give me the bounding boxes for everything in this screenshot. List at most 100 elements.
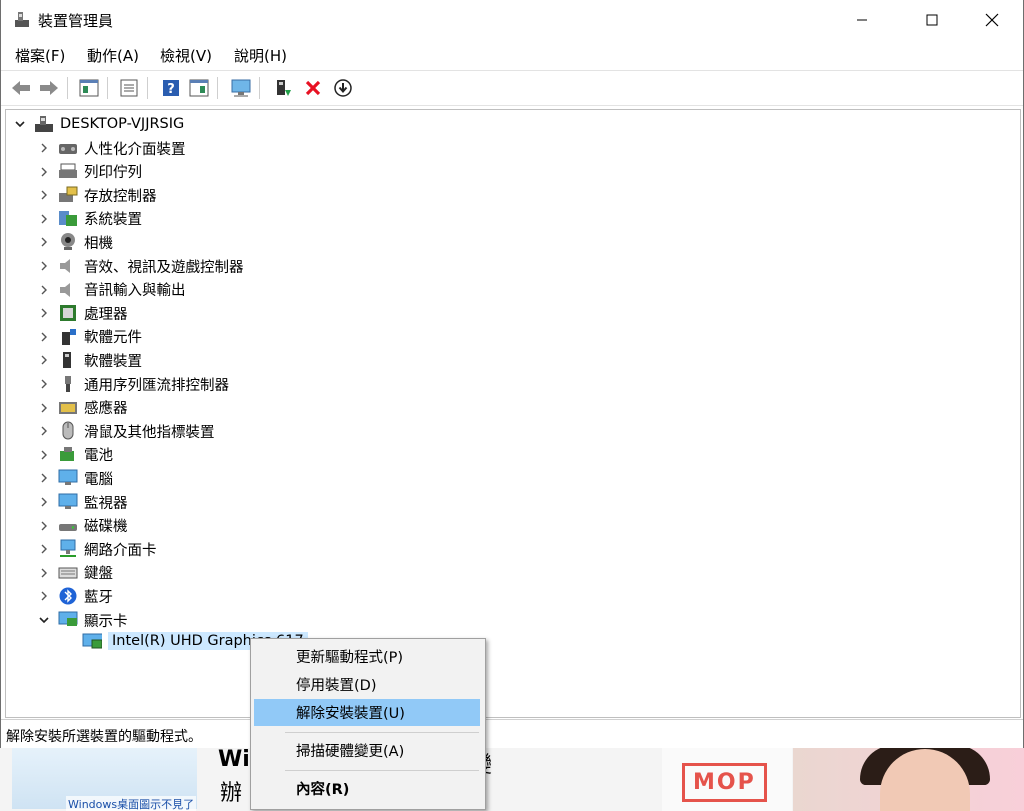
menu-view[interactable]: 檢視(V)	[160, 45, 212, 66]
tree-category-label: 鍵盤	[84, 566, 113, 583]
menu-file[interactable]: 檔案(F)	[15, 45, 65, 66]
chevron-right-icon[interactable]	[36, 164, 52, 180]
context-disable-device[interactable]: 停用裝置(D)	[254, 671, 480, 698]
tree-category[interactable]: 感應器	[36, 397, 128, 419]
close-icon	[985, 13, 999, 27]
tree-category[interactable]: 鍵盤	[36, 562, 113, 584]
sound-video-game-icon	[58, 256, 78, 276]
back-button[interactable]	[9, 76, 33, 100]
chevron-down-icon[interactable]	[12, 116, 28, 132]
toolbar-separator	[259, 77, 260, 99]
tree-category[interactable]: 藍牙	[36, 585, 113, 607]
forward-button[interactable]	[37, 76, 61, 100]
chevron-down-icon[interactable]	[36, 612, 52, 628]
tree-category[interactable]: 存放控制器	[36, 184, 157, 206]
context-uninstall-device[interactable]: 解除安裝裝置(U)	[254, 699, 480, 726]
chevron-right-icon[interactable]	[36, 423, 52, 439]
tree-category[interactable]: 音效、視訊及遊戲控制器	[36, 255, 244, 277]
tree-category[interactable]: 滑鼠及其他指標裝置	[36, 420, 215, 442]
chevron-right-icon[interactable]	[36, 140, 52, 156]
chevron-right-icon[interactable]	[36, 211, 52, 227]
tree-category-label: 滑鼠及其他指標裝置	[84, 424, 215, 441]
disk-drive-icon	[58, 516, 78, 536]
tree-category[interactable]: 電腦	[36, 467, 113, 489]
disable-device-button[interactable]	[331, 76, 355, 100]
tree-category[interactable]: 處理器	[36, 302, 128, 324]
minimize-button[interactable]	[839, 0, 885, 40]
forward-icon	[40, 81, 58, 95]
scan-hardware-button[interactable]	[229, 76, 253, 100]
menu-bar: 檔案(F) 動作(A) 檢視(V) 說明(H)	[1, 40, 1023, 69]
display-adapter-icon	[58, 610, 78, 630]
show-hide-action-pane-button[interactable]	[187, 76, 211, 100]
chevron-right-icon[interactable]	[36, 470, 52, 486]
status-bar: 解除安裝所選裝置的驅動程式。	[1, 719, 1023, 748]
context-separator	[285, 770, 479, 771]
tree-category[interactable]: 相機	[36, 231, 113, 253]
tree-category[interactable]: 監視器	[36, 491, 128, 513]
tree-category[interactable]: 列印佇列	[36, 161, 142, 183]
update-driver-icon	[277, 80, 291, 96]
show-hide-console-tree-button[interactable]	[77, 76, 101, 100]
computer-root-icon	[34, 114, 54, 134]
root-computer-name: DESKTOP-VJJRSIG	[60, 116, 185, 132]
tree-category-label: 磁碟機	[84, 519, 128, 536]
update-driver-button[interactable]	[271, 76, 295, 100]
chevron-right-icon[interactable]	[36, 282, 52, 298]
show-hide-console-tree-icon	[79, 79, 99, 97]
chevron-right-icon[interactable]	[36, 329, 52, 345]
chevron-right-icon[interactable]	[36, 376, 52, 392]
menu-action[interactable]: 動作(A)	[87, 45, 139, 66]
tree-category[interactable]: 音訊輸入與輸出	[36, 279, 186, 301]
tree-category[interactable]: 磁碟機	[36, 515, 128, 537]
tree-category[interactable]: 人性化介面裝置	[36, 137, 186, 159]
tree-category-label: 軟體元件	[84, 330, 142, 347]
context-menu: 更新驅動程式(P) 停用裝置(D) 解除安裝裝置(U) 掃描硬體變更(A) 內容…	[250, 638, 486, 810]
tree-category[interactable]: 網路介面卡	[36, 538, 157, 560]
close-button[interactable]	[969, 0, 1015, 40]
uninstall-device-button[interactable]	[301, 76, 325, 100]
chevron-right-icon[interactable]	[36, 305, 52, 321]
toolbar-separator	[217, 77, 218, 99]
help-button[interactable]: ?	[159, 76, 183, 100]
chevron-right-icon[interactable]	[36, 187, 52, 203]
tree-category-label: 軟體裝置	[84, 353, 142, 370]
context-scan-hardware[interactable]: 掃描硬體變更(A)	[254, 737, 480, 764]
tree-category-label: 相機	[84, 235, 113, 252]
context-update-driver[interactable]: 更新驅動程式(P)	[254, 643, 480, 670]
tree-category-label: 藍牙	[84, 589, 113, 606]
tree-category[interactable]: 軟體裝置	[36, 349, 142, 371]
tree-category-label: 電池	[84, 448, 113, 465]
svg-text:?: ?	[167, 82, 175, 97]
chevron-right-icon[interactable]	[36, 234, 52, 250]
article-headline-part2[interactable]: 辦	[220, 775, 242, 807]
properties-button[interactable]	[117, 76, 141, 100]
tree-category[interactable]: 顯示卡	[36, 609, 128, 631]
tree-category[interactable]: 通用序列匯流排控制器	[36, 373, 229, 395]
maximize-button[interactable]	[909, 0, 955, 40]
toolbar: ?	[1, 70, 1023, 106]
usb-controller-icon	[58, 374, 78, 394]
tree-category[interactable]: 電池	[36, 444, 113, 466]
monitor-icon	[58, 492, 78, 512]
storage-controller-icon	[58, 185, 78, 205]
chevron-right-icon[interactable]	[36, 447, 52, 463]
device-tree[interactable]: DESKTOP-VJJRSIG 人性化介面裝置列印佇列 存放控制器 系統裝置相機音效…	[5, 109, 1021, 718]
tree-category[interactable]: 軟體元件	[36, 326, 142, 348]
chevron-right-icon[interactable]	[36, 565, 52, 581]
tree-category-label: 通用序列匯流排控制器	[84, 377, 229, 394]
menu-help[interactable]: 說明(H)	[234, 45, 287, 66]
chevron-right-icon[interactable]	[36, 352, 52, 368]
chevron-right-icon[interactable]	[36, 400, 52, 416]
tree-category-label: 人性化介面裝置	[84, 141, 186, 158]
chevron-right-icon[interactable]	[36, 588, 52, 604]
tree-category-label: 顯示卡	[84, 613, 128, 630]
chevron-right-icon[interactable]	[36, 258, 52, 274]
tree-root[interactable]: DESKTOP-VJJRSIG	[12, 113, 184, 135]
chevron-right-icon[interactable]	[36, 494, 52, 510]
chevron-right-icon[interactable]	[36, 541, 52, 557]
context-properties[interactable]: 內容(R)	[254, 775, 480, 802]
title-bar[interactable]: 裝置管理員	[1, 0, 1023, 40]
tree-category[interactable]: 系統裝置	[36, 208, 142, 230]
chevron-right-icon[interactable]	[36, 518, 52, 534]
